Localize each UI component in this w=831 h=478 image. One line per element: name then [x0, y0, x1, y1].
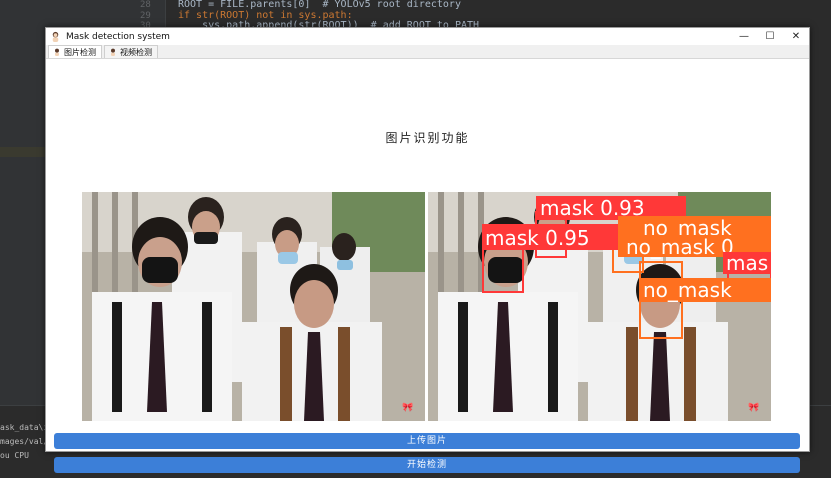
- image-detection-panel: 图片识别功能 🎀 mask 0.93 mask 0.95 no_mask no_…: [46, 59, 809, 473]
- svg-text:🎀: 🎀: [748, 402, 759, 413]
- close-icon: ✕: [791, 31, 801, 42]
- maximize-icon: ☐: [765, 31, 775, 42]
- tab-video-detection[interactable]: 视频检测: [104, 45, 158, 58]
- console-line: mages/val/: [0, 437, 49, 446]
- close-button[interactable]: ✕: [783, 28, 809, 45]
- original-image: 🎀: [82, 192, 425, 421]
- tab-bar: 图片检测 视频检测: [46, 45, 809, 59]
- title-bar[interactable]: Mask detection system — ☐ ✕: [46, 28, 809, 45]
- window-controls: — ☐ ✕: [731, 28, 809, 45]
- start-detection-button[interactable]: 开始检测: [54, 457, 800, 473]
- detection-label: no_mask: [643, 278, 732, 302]
- tab-image-detection[interactable]: 图片检测: [48, 45, 102, 58]
- user-icon: [111, 48, 115, 56]
- minimize-button[interactable]: —: [731, 28, 757, 45]
- ide-line-highlight: [0, 147, 45, 157]
- console-line: ou CPU: [0, 451, 29, 460]
- app-window: Mask detection system — ☐ ✕ 图片检测 视频检测 图片…: [45, 27, 810, 473]
- detection-label: no_mask 0: [626, 235, 734, 259]
- detection-label: mas: [726, 251, 768, 275]
- app-logo-icon: [52, 31, 59, 42]
- tab-label: 图片检测: [64, 47, 96, 57]
- detection-result-image: mask 0.93 mask 0.95 no_mask no_mask 0 no…: [428, 192, 771, 421]
- tab-label: 视频检测: [120, 47, 152, 57]
- maximize-button[interactable]: ☐: [757, 28, 783, 45]
- page-title: 图片识别功能: [385, 131, 470, 145]
- svg-text:🎀: 🎀: [402, 402, 413, 413]
- minimize-icon: —: [739, 31, 749, 42]
- line-number: 28: [140, 0, 151, 10]
- user-icon: [55, 48, 59, 56]
- console-line: ask_data\i: [0, 423, 49, 432]
- line-number: 29: [140, 11, 151, 21]
- code-line: ROOT = FILE.parents[0] # YOLOv5 root dir…: [178, 0, 461, 10]
- window-title: Mask detection system: [66, 31, 170, 42]
- detection-label: mask 0.95: [485, 226, 590, 250]
- upload-image-button[interactable]: 上传图片: [54, 433, 800, 449]
